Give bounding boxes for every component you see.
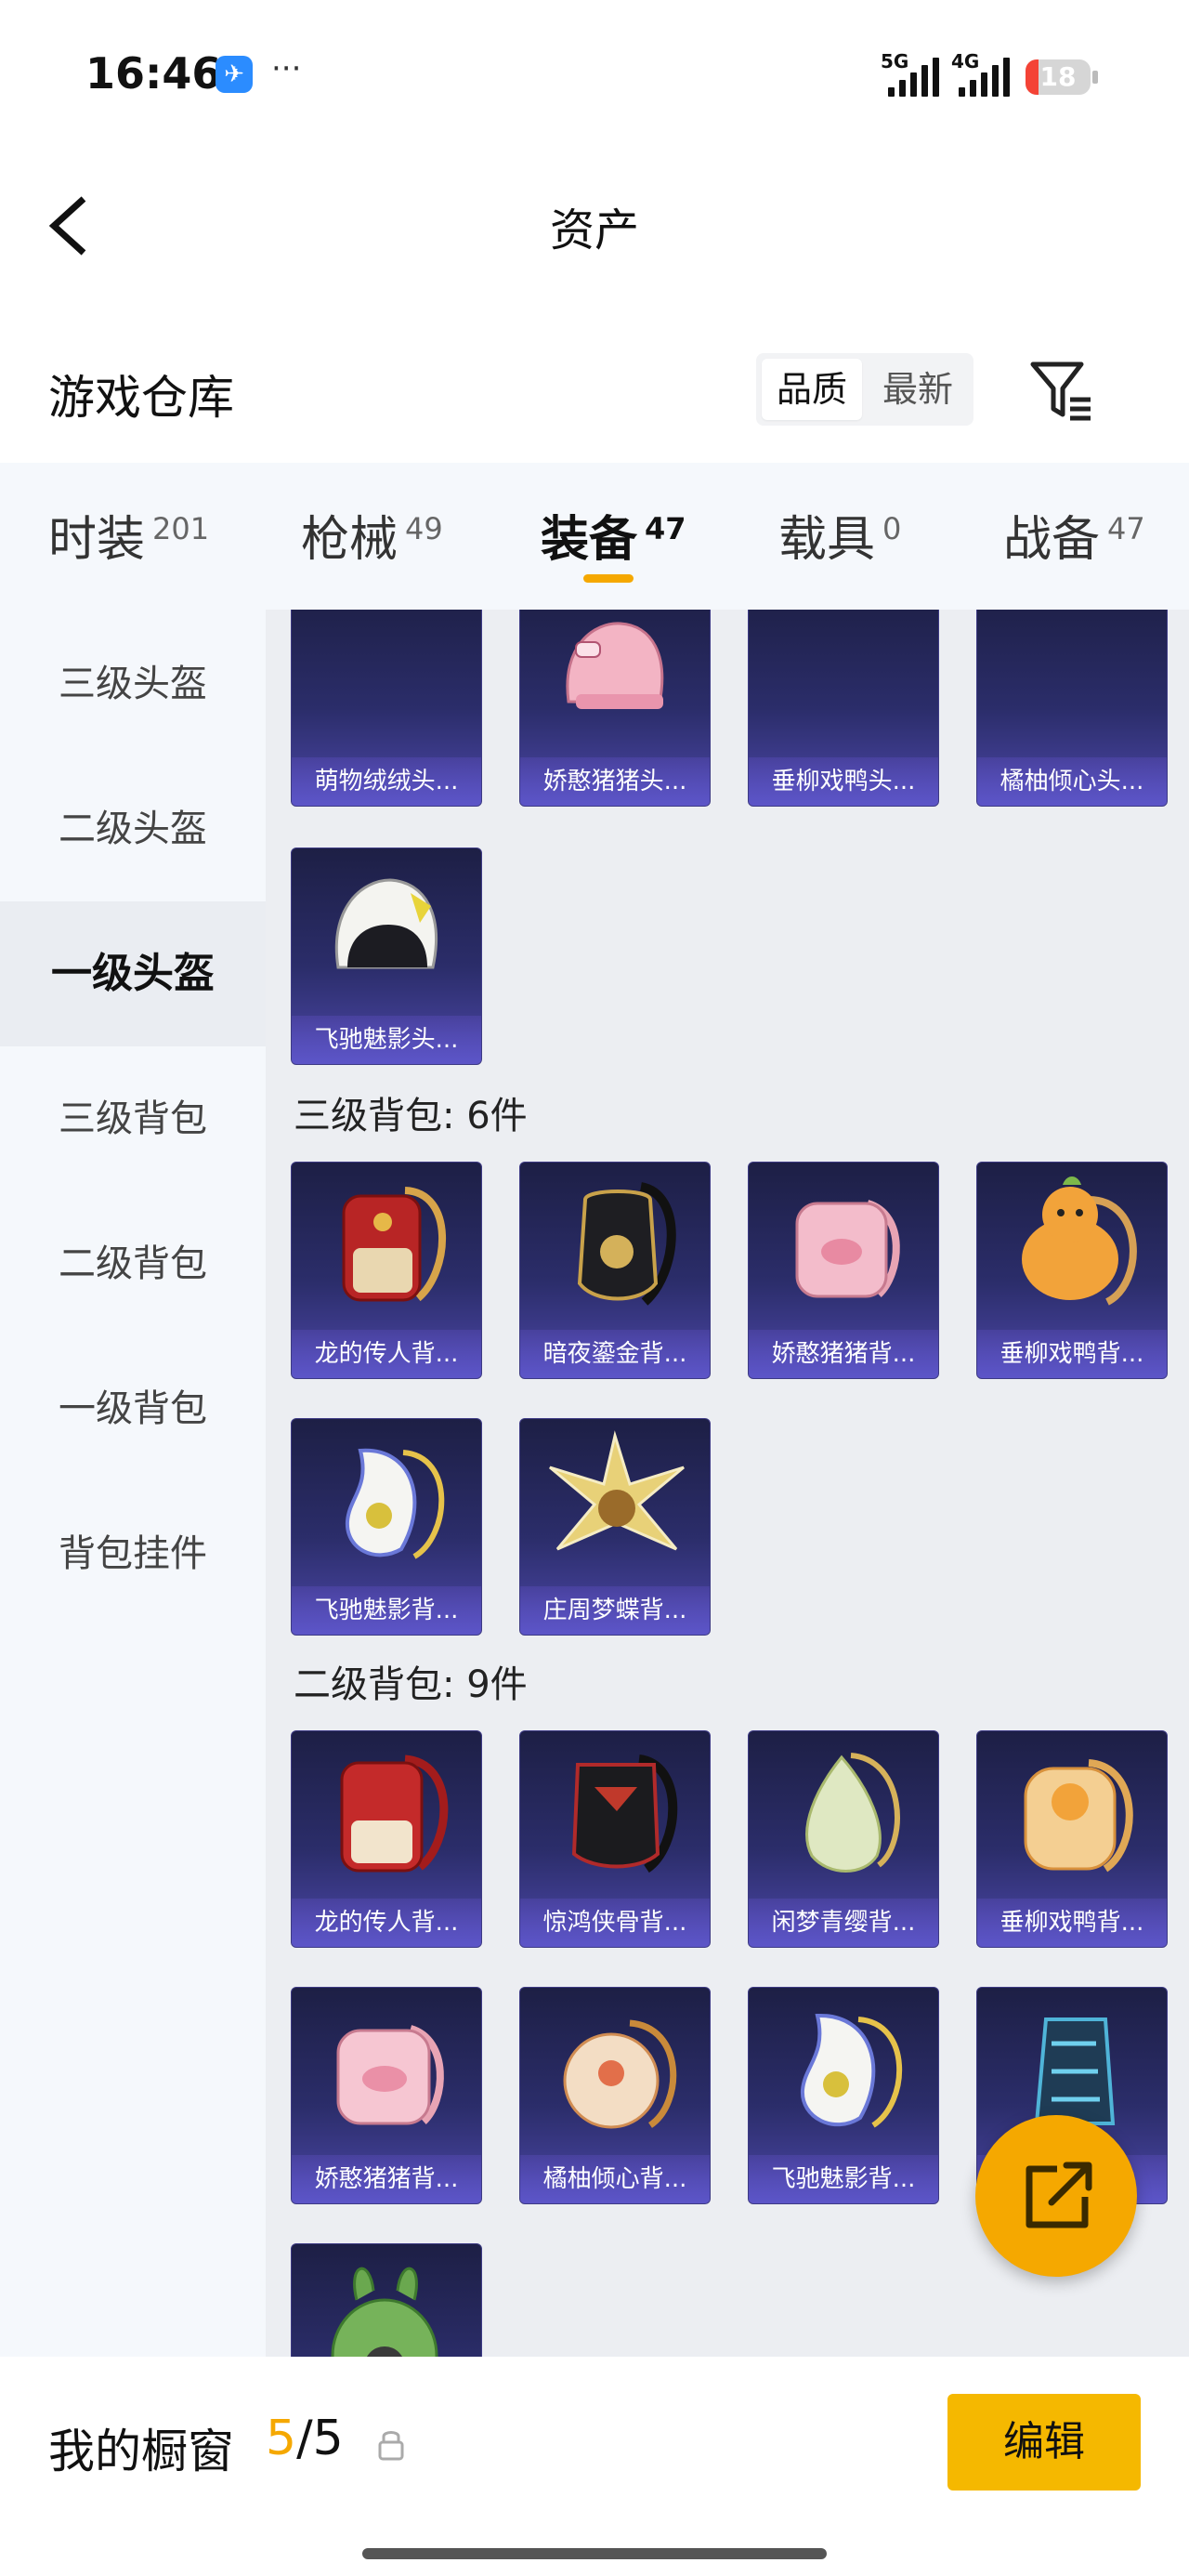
more-notifications-icon: ···	[271, 50, 302, 87]
active-tab-indicator	[583, 574, 634, 583]
item-card[interactable]: 庄周梦蝶背...	[519, 1418, 711, 1636]
item-name: 垂柳戏鸭背...	[977, 1899, 1167, 1947]
item-image	[749, 610, 938, 744]
item-name: 飞驰魅影头...	[292, 1016, 481, 1064]
item-name: 橘柚倾心头...	[977, 757, 1167, 806]
item-name: 闲梦青缨背...	[749, 1899, 938, 1947]
item-name: 惊鸿侠骨背...	[520, 1899, 710, 1947]
item-image	[977, 610, 1167, 744]
item-card[interactable]: 飞驰魅影背...	[291, 1418, 482, 1636]
item-name: 娇憨猪猪背...	[292, 2155, 481, 2203]
tab-equipment[interactable]: 装备 47	[541, 500, 686, 570]
item-card[interactable]: 飞驰魅影头...	[291, 848, 482, 1065]
item-card[interactable]: 闲梦青缨背...	[748, 1730, 939, 1948]
item-name: 娇憨猪猪头...	[520, 757, 710, 806]
item-image	[563, 2019, 677, 2129]
share-icon	[1026, 2162, 1092, 2228]
item-grid: 萌物绒绒头... 娇憨猪猪头... 垂柳戏鸭头... 橘柚倾心头... 飞驰魅影…	[266, 610, 1189, 2357]
item-card[interactable]: 垂柳戏鸭头...	[748, 610, 939, 807]
item-card[interactable]: 橘柚倾心背...	[519, 1987, 711, 2204]
item-card[interactable]: 垂柳戏鸭背...	[976, 1162, 1168, 1379]
battery-tip	[1092, 71, 1098, 84]
item-name: 橘柚倾心背...	[520, 2155, 710, 2203]
item-name: 龙的传人背...	[292, 1899, 481, 1947]
lock-icon	[377, 2427, 405, 2461]
item-name: 暗夜鎏金背...	[520, 1330, 710, 1378]
sidebar-item-backpack-3[interactable]: 三级背包	[0, 1046, 266, 1191]
signal-5g-icon: 5G	[881, 50, 942, 97]
item-card[interactable]: 娇憨猪猪背...	[748, 1162, 939, 1379]
item-name: 龙的传人背...	[292, 1330, 481, 1378]
showcase-count: 5/5	[266, 2411, 344, 2466]
filter-icon	[1030, 361, 1091, 421]
sidebar-item-backpack-2[interactable]: 二级背包	[0, 1191, 266, 1336]
sort-quality-option[interactable]: 品质	[762, 359, 862, 420]
item-image	[340, 1755, 449, 1873]
signal-4g-icon: 4G	[951, 50, 1013, 97]
item-image	[805, 1753, 900, 1873]
item-image	[795, 1200, 900, 1298]
item-card[interactable]: 龙的传人背...	[291, 1162, 482, 1379]
item-image	[331, 2267, 438, 2357]
messenger-icon: ✈	[216, 56, 253, 93]
item-name: 垂柳戏鸭背...	[977, 1330, 1167, 1378]
item-image	[549, 1430, 685, 1551]
item-name: 庄周梦蝶背...	[520, 1586, 710, 1635]
item-image	[566, 622, 664, 709]
tab-gear[interactable]: 战备 47	[1003, 500, 1145, 570]
item-card[interactable]: 娇憨猪猪头...	[519, 610, 711, 807]
item-image	[334, 878, 438, 969]
sidebar-item-helmet-2[interactable]: 二级头盔	[0, 756, 266, 901]
item-image	[1024, 1759, 1133, 1873]
filter-button[interactable]	[1029, 357, 1094, 422]
sort-newest-option[interactable]: 最新	[868, 359, 968, 420]
category-tabs: 时装 201 枪械 49 装备 47 载具 0 战备 47	[0, 463, 1189, 610]
battery-icon: 18	[1026, 59, 1091, 95]
item-card[interactable]: 娇憨猪猪背...	[291, 1987, 482, 2204]
item-card[interactable]: 萌物绒绒头...	[291, 610, 482, 807]
item-image	[345, 1448, 445, 1559]
item-name: 飞驰魅影背...	[292, 1586, 481, 1635]
item-name: 垂柳戏鸭头...	[749, 757, 938, 806]
item-card[interactable]: 惊鸿侠骨背...	[519, 1730, 711, 1948]
sort-toggle: 品质 最新	[756, 353, 973, 426]
group-header-backpack-2: 二级背包: 9件	[294, 1663, 528, 1706]
status-bar: 16:46 ✈ ··· 5G 4G 18	[0, 0, 1189, 139]
item-name: 娇憨猪猪背...	[749, 1330, 938, 1378]
tab-guns[interactable]: 枪械 49	[301, 500, 443, 570]
item-image	[336, 2025, 444, 2125]
item-card[interactable]: 龙的传人背...	[291, 1730, 482, 1948]
item-image	[1022, 1176, 1137, 1306]
sidebar-item-backpack-1[interactable]: 一级背包	[0, 1336, 266, 1481]
showcase-label: 我的橱窗	[48, 2425, 234, 2478]
item-name: 飞驰魅影背...	[749, 2155, 938, 2203]
item-card[interactable]: 暗夜鎏金背...	[519, 1162, 711, 1379]
status-time: 16:46	[85, 48, 222, 99]
group-header-backpack-3: 三级背包: 6件	[294, 1095, 528, 1137]
item-name: 萌物绒绒头...	[292, 757, 481, 806]
item-card[interactable]: 垂柳戏鸭背...	[976, 1730, 1168, 1948]
sidebar: 三级头盔 二级头盔 一级头盔 三级背包 二级背包 一级背包 背包挂件	[0, 610, 266, 2357]
item-image	[292, 610, 481, 744]
tab-fashion[interactable]: 时装 201	[48, 500, 209, 570]
section-title: 游戏仓库	[48, 371, 234, 425]
sidebar-item-backpack-pendant[interactable]: 背包挂件	[0, 1481, 266, 1626]
item-card[interactable]	[291, 2243, 482, 2357]
home-indicator[interactable]	[362, 2548, 827, 2559]
share-button[interactable]	[975, 2115, 1137, 2277]
item-image	[342, 1187, 446, 1302]
page-title: 资产	[549, 204, 639, 256]
sidebar-item-helmet-1[interactable]: 一级头盔	[0, 901, 266, 1046]
item-card[interactable]: 飞驰魅影背...	[748, 1987, 939, 2204]
sidebar-item-helmet-3[interactable]: 三级头盔	[0, 611, 266, 756]
item-image	[577, 1182, 676, 1306]
item-image	[800, 2013, 902, 2128]
item-image	[571, 1755, 678, 1873]
item-card[interactable]: 橘柚倾心头...	[976, 610, 1168, 807]
tab-vehicles[interactable]: 载具 0	[778, 500, 901, 570]
edit-button[interactable]: 编辑	[947, 2394, 1141, 2491]
